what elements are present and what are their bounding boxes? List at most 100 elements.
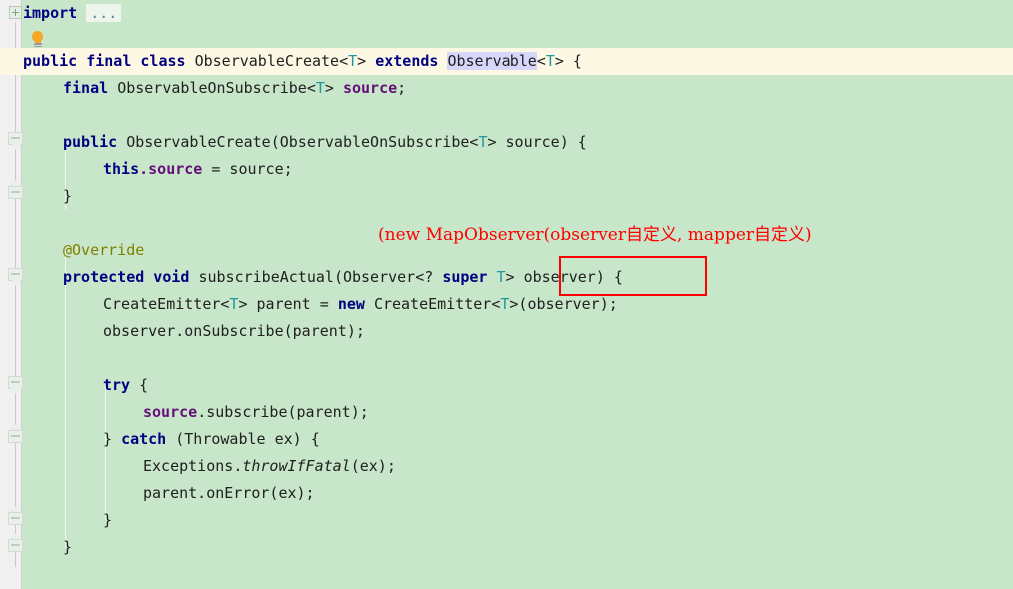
fold-marker-method[interactable] xyxy=(8,268,23,287)
fold-minus-glyph xyxy=(11,517,20,519)
code-token-typ: ObservableCreate xyxy=(194,52,340,70)
code-token-kw: extends xyxy=(375,52,448,70)
code-token-stat: throwIfFatal xyxy=(242,457,351,475)
fold-minus-glyph xyxy=(11,435,20,437)
code-token-pln: (ex); xyxy=(350,457,396,475)
fold-tip xyxy=(10,533,21,539)
fold-body xyxy=(8,376,23,389)
code-token-pln: observer.onSubscribe(parent); xyxy=(103,322,365,340)
indent-guide-1 xyxy=(65,251,66,547)
line-this-source[interactable]: this.source = source; xyxy=(103,156,293,183)
code-token-pln: < xyxy=(306,79,316,97)
fold-tip xyxy=(10,506,21,512)
line-parent-onerror[interactable]: parent.onError(ex); xyxy=(143,480,315,507)
line-catch[interactable]: } catch (Throwable ex) { xyxy=(103,426,320,453)
fold-minus-glyph xyxy=(11,544,20,546)
code-token-typ: Exceptions xyxy=(143,457,234,475)
code-token-typ: Throwable xyxy=(184,430,266,448)
code-token-pln: > xyxy=(324,79,343,97)
line-source-subscribe[interactable]: source.subscribe(parent); xyxy=(143,399,369,426)
code-token-gen: T xyxy=(348,52,358,70)
highlighted-identifier: Observa xyxy=(447,52,511,70)
editor-gutter[interactable] xyxy=(0,0,23,589)
line-try-close[interactable]: } xyxy=(103,507,112,534)
line-throw-if-fatal[interactable]: Exceptions.throwIfFatal(ex); xyxy=(143,453,396,480)
fold-marker-constructor[interactable] xyxy=(8,180,23,205)
annotation-map-observer: (new MapObserver(observer自定义, mapper自定义) xyxy=(378,225,812,245)
fold-marker-try-block[interactable] xyxy=(8,376,23,395)
code-token-typ: CreateEmitter xyxy=(103,295,221,313)
fold-marker-close-inner[interactable] xyxy=(8,506,23,531)
code-token-pln: = source; xyxy=(202,160,293,178)
code-token-pln: < xyxy=(536,52,546,70)
fold-minus-glyph xyxy=(11,381,20,383)
line-import[interactable]: import ... xyxy=(23,0,122,27)
code-token-gen: T xyxy=(315,79,325,97)
code-token-kw: this xyxy=(103,160,140,178)
code-text-area[interactable]: import ... public final class ObservableC… xyxy=(0,0,1013,589)
code-token-pln: . xyxy=(233,457,243,475)
lightbulb-icon[interactable] xyxy=(30,31,45,49)
code-token-typ: ObservableCreate xyxy=(126,133,271,151)
line-ctor-close[interactable]: } xyxy=(63,183,72,210)
line-on-subscribe[interactable]: observer.onSubscribe(parent); xyxy=(103,318,365,345)
code-token-kw: try xyxy=(103,376,131,394)
folded-import-placeholder[interactable]: ... xyxy=(86,4,122,22)
fold-body xyxy=(8,186,23,199)
code-token-typ: ObservableOnSubscribe xyxy=(279,133,470,151)
line-try[interactable]: try { xyxy=(103,372,148,399)
code-token-pln: } xyxy=(103,511,113,529)
indent-guide-2 xyxy=(105,386,106,520)
fold-tip xyxy=(10,280,21,286)
fold-marker-close-class[interactable] xyxy=(8,533,23,558)
code-token-pln: ( xyxy=(270,133,280,151)
fold-minus-glyph xyxy=(11,191,20,193)
code-token-pln: } xyxy=(63,187,73,205)
code-token-kw: public xyxy=(63,133,127,151)
code-token-pln: > observer) { xyxy=(505,268,623,286)
line-override[interactable]: @Override xyxy=(63,237,144,264)
line-subscribe-actual[interactable]: protected void subscribeActual(Observer<… xyxy=(63,264,623,291)
code-token-pln: ( xyxy=(166,430,185,448)
fold-body xyxy=(8,268,23,281)
code-token-pln: { xyxy=(130,376,149,394)
fold-minus-glyph xyxy=(11,273,20,275)
fold-tip xyxy=(10,388,21,394)
code-token-kw: catch xyxy=(121,430,167,448)
code-token-pln: ; xyxy=(397,79,407,97)
code-token-pln: } xyxy=(103,430,122,448)
code-token-pln: >(observer); xyxy=(509,295,618,313)
code-token-typ: Observer xyxy=(342,268,416,286)
code-token-kw: public final class xyxy=(23,52,195,70)
line-ctor-decl[interactable]: public ObservableCreate(ObservableOnSubs… xyxy=(63,129,587,156)
code-token-fld: source xyxy=(342,79,398,97)
fold-marker-catch-block[interactable] xyxy=(8,424,23,449)
highlighted-identifier: ble xyxy=(509,52,537,70)
code-token-fld: .source xyxy=(139,160,203,178)
plus-box-icon[interactable] xyxy=(9,6,22,19)
code-token-pln: ex) { xyxy=(265,430,320,448)
fold-body xyxy=(8,512,23,525)
line-field-source[interactable]: final ObservableOnSubscribe<T> source; xyxy=(63,75,406,102)
code-token-kw: import xyxy=(23,4,87,22)
line-method-close[interactable]: } xyxy=(63,534,72,561)
code-token-pln: > { xyxy=(554,52,582,70)
fold-rail xyxy=(15,22,16,567)
code-token-gen: T xyxy=(496,268,506,286)
fold-marker-class-body[interactable] xyxy=(8,132,23,151)
code-token-kw: super xyxy=(442,268,497,286)
code-token-kw: final xyxy=(63,79,118,97)
code-token-anno: @Override xyxy=(63,241,145,259)
fold-tip xyxy=(10,180,21,186)
code-token-kw: new xyxy=(337,295,374,313)
line-create-emitter[interactable]: CreateEmitter<T> parent = new CreateEmit… xyxy=(103,291,618,318)
line-class-decl[interactable]: public final class ObservableCreate<T> e… xyxy=(23,48,582,75)
code-editor[interactable]: import ... public final class ObservableC… xyxy=(0,0,1013,589)
fold-body xyxy=(8,539,23,552)
lightbulb-base xyxy=(33,43,42,47)
fold-body xyxy=(8,430,23,443)
code-token-pln: > parent = xyxy=(238,295,338,313)
code-token-pln: > source) { xyxy=(487,133,587,151)
code-token-gen: T xyxy=(545,52,555,70)
code-token-pln: .subscribe(parent); xyxy=(197,403,369,421)
